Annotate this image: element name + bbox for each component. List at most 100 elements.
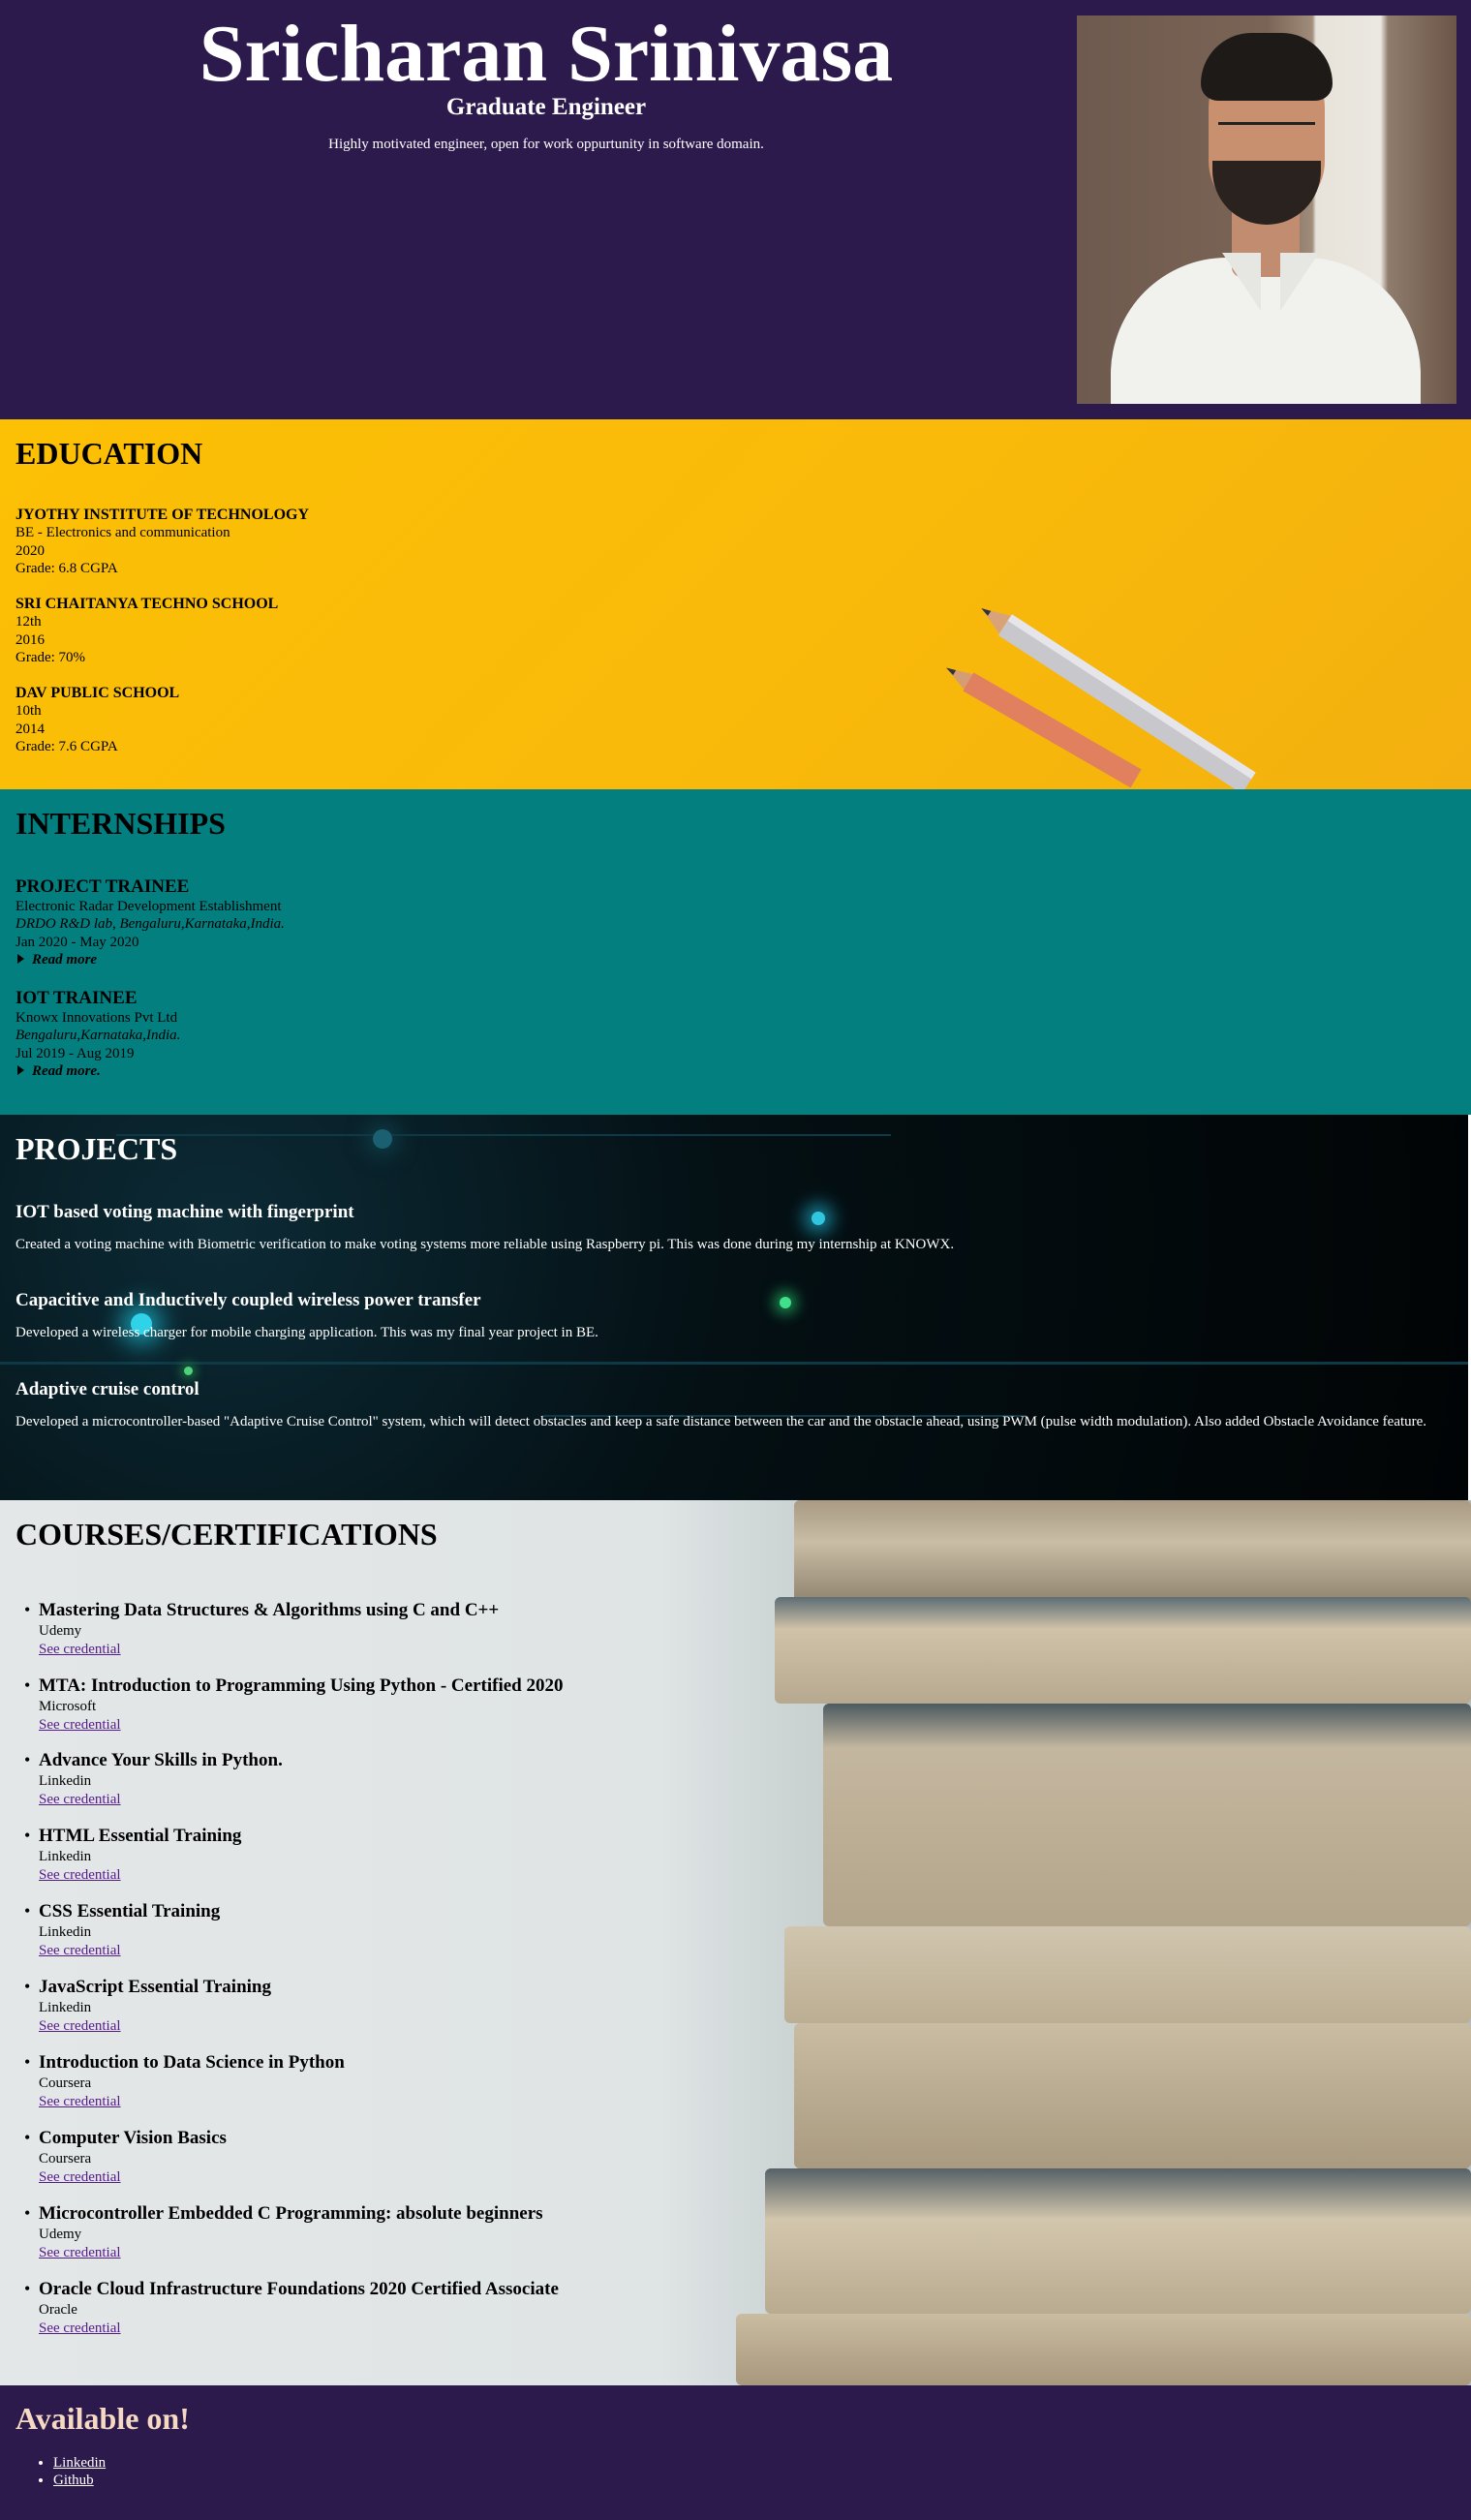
course-title: CSS Essential Training xyxy=(39,1901,221,1921)
profile-photo xyxy=(1077,15,1456,404)
school-course: BE - Electronics and communication xyxy=(15,525,230,541)
course-provider: Udemy xyxy=(39,2227,82,2242)
see-credential-link[interactable]: See credential xyxy=(39,2018,121,2034)
social-link-item: Linkedin xyxy=(53,2454,106,2472)
project-item: Capacitive and Inductively coupled wirel… xyxy=(15,1290,1449,1341)
course-title: JavaScript Essential Training xyxy=(39,1977,271,1997)
course-provider: Udemy xyxy=(39,1623,82,1639)
school-grade: Grade: 70% xyxy=(15,650,86,666)
circuit-line xyxy=(116,1134,891,1136)
profile-header: Sricharan Srinivasa Graduate Engineer Hi… xyxy=(0,0,1471,419)
bullet-icon: • xyxy=(24,2128,31,2147)
course-provider: Coursera xyxy=(39,2151,92,2167)
courses-section: COURSES/CERTIFICATIONS • Mastering Data … xyxy=(0,1500,1471,2385)
project-description: Created a voting machine with Biometric … xyxy=(15,1237,955,1252)
education-section: EDUCATION JYOTHY INSTITUTE OF TECHNOLOGY… xyxy=(0,419,1471,789)
internship-org: Knowx Innovations Pvt Ltd xyxy=(15,1010,178,1026)
project-title: IOT based voting machine with fingerprin… xyxy=(15,1202,354,1222)
see-credential-link[interactable]: See credential xyxy=(39,1717,121,1733)
course-item: • Computer Vision Basics Coursera See cr… xyxy=(24,2127,813,2187)
circuit-line xyxy=(0,1362,1468,1365)
bullet-icon: • xyxy=(24,1600,31,1619)
see-credential-link[interactable]: See credential xyxy=(39,2245,121,2260)
school-year: 2014 xyxy=(15,721,45,737)
course-title: Advance Your Skills in Python. xyxy=(39,1750,283,1770)
read-more-label: Read more xyxy=(32,952,98,968)
course-provider: Microsoft xyxy=(39,1699,97,1714)
course-item: • CSS Essential Training Linkedin See cr… xyxy=(24,1900,813,1960)
light-dot xyxy=(184,1367,193,1375)
course-title: Microcontroller Embedded C Programming: … xyxy=(39,2203,543,2224)
school-name: SRI CHAITANYA TECHNO SCHOOL xyxy=(15,596,279,612)
course-provider: Linkedin xyxy=(39,1924,92,1940)
bullet-icon: • xyxy=(24,2052,31,2072)
course-item: • MTA: Introduction to Programming Using… xyxy=(24,1675,813,1735)
course-provider: Linkedin xyxy=(39,2000,92,2015)
internship-location: Bengaluru,Karnataka,India. xyxy=(15,1028,181,1044)
internship-location: DRDO R&D lab, Bengaluru,Karnataka,India. xyxy=(15,916,285,933)
see-credential-link[interactable]: See credential xyxy=(39,1943,121,1958)
internship-dates: Jul 2019 - Aug 2019 xyxy=(15,1045,135,1061)
education-item: SRI CHAITANYA TECHNO SCHOOL 12th 2016 Gr… xyxy=(15,596,278,667)
github-link[interactable]: Github xyxy=(53,2473,94,2488)
read-more-toggle[interactable]: Read more xyxy=(15,951,285,968)
see-credential-link[interactable]: See credential xyxy=(39,2320,121,2336)
projects-title: PROJECTS xyxy=(15,1131,178,1166)
school-name: DAV PUBLIC SCHOOL xyxy=(15,685,180,701)
pencils-image xyxy=(946,607,1256,789)
available-on-title: Available on! xyxy=(15,2401,190,2436)
bullet-icon: • xyxy=(24,1675,31,1695)
internship-org: Electronic Radar Development Establishme… xyxy=(15,899,282,914)
bullet-icon: • xyxy=(24,1750,31,1769)
education-title: EDUCATION xyxy=(15,436,203,471)
see-credential-link[interactable]: See credential xyxy=(39,2169,121,2185)
internships-title: INTERNSHIPS xyxy=(15,806,226,841)
course-title: Oracle Cloud Infrastructure Foundations … xyxy=(39,2279,559,2299)
social-links-list: Linkedin Github xyxy=(53,2454,106,2490)
bullet-icon: • xyxy=(24,2203,31,2223)
course-item: • JavaScript Essential Training Linkedin… xyxy=(24,1976,813,2036)
internship-role: PROJECT TRAINEE xyxy=(15,876,190,897)
see-credential-link[interactable]: See credential xyxy=(39,2094,121,2109)
light-dot xyxy=(373,1129,392,1149)
linkedin-link[interactable]: Linkedin xyxy=(53,2455,106,2471)
project-item: Adaptive cruise control Developed a micr… xyxy=(15,1379,1449,1430)
read-more-toggle[interactable]: Read more. xyxy=(15,1062,180,1080)
course-item: • HTML Essential Training Linkedin See c… xyxy=(24,1825,813,1885)
disclosure-triangle-icon xyxy=(17,954,24,965)
bullet-icon: • xyxy=(24,1826,31,1845)
course-title: HTML Essential Training xyxy=(39,1826,242,1846)
course-provider: Linkedin xyxy=(39,1773,92,1789)
see-credential-link[interactable]: See credential xyxy=(39,1642,121,1657)
read-more-label: Read more. xyxy=(32,1063,101,1080)
social-link-item: Github xyxy=(53,2472,106,2489)
see-credential-link[interactable]: See credential xyxy=(39,1867,121,1883)
see-credential-link[interactable]: See credential xyxy=(39,1792,121,1807)
school-grade: Grade: 6.8 CGPA xyxy=(15,561,118,577)
school-course: 12th xyxy=(15,614,42,630)
course-title: Mastering Data Structures & Algorithms u… xyxy=(39,1600,500,1620)
internships-section: INTERNSHIPS PROJECT TRAINEE Electronic R… xyxy=(0,789,1471,1115)
school-year: 2016 xyxy=(15,631,45,648)
profile-name: Sricharan Srinivasa xyxy=(199,9,894,99)
education-item: JYOTHY INSTITUTE OF TECHNOLOGY BE - Elec… xyxy=(15,507,309,578)
internship-item: PROJECT TRAINEE Electronic Radar Develop… xyxy=(15,876,285,969)
course-item: • Microcontroller Embedded C Programming… xyxy=(24,2202,813,2262)
project-title: Adaptive cruise control xyxy=(15,1379,199,1399)
profile-role: Graduate Engineer xyxy=(445,94,647,120)
course-provider: Linkedin xyxy=(39,1849,92,1864)
internship-role: IOT TRAINEE xyxy=(15,988,138,1008)
school-name: JYOTHY INSTITUTE OF TECHNOLOGY xyxy=(15,507,310,523)
internship-dates: Jan 2020 - May 2020 xyxy=(15,934,139,950)
project-description: Developed a wireless charger for mobile … xyxy=(15,1325,598,1340)
course-item: • Introduction to Data Science in Python… xyxy=(24,2051,813,2111)
course-title: Computer Vision Basics xyxy=(39,2128,227,2148)
projects-section: PROJECTS IOT based voting machine with f… xyxy=(0,1115,1471,1500)
project-description: Developed a microcontroller-based "Adapt… xyxy=(15,1414,1427,1429)
course-item: • Mastering Data Structures & Algorithms… xyxy=(24,1599,813,1659)
disclosure-triangle-icon xyxy=(17,1065,24,1076)
bullet-icon: • xyxy=(24,1901,31,1921)
education-item: DAV PUBLIC SCHOOL 10th 2014 Grade: 7.6 C… xyxy=(15,685,179,756)
courses-title: COURSES/CERTIFICATIONS xyxy=(15,1517,438,1552)
bullet-icon: • xyxy=(24,2279,31,2298)
